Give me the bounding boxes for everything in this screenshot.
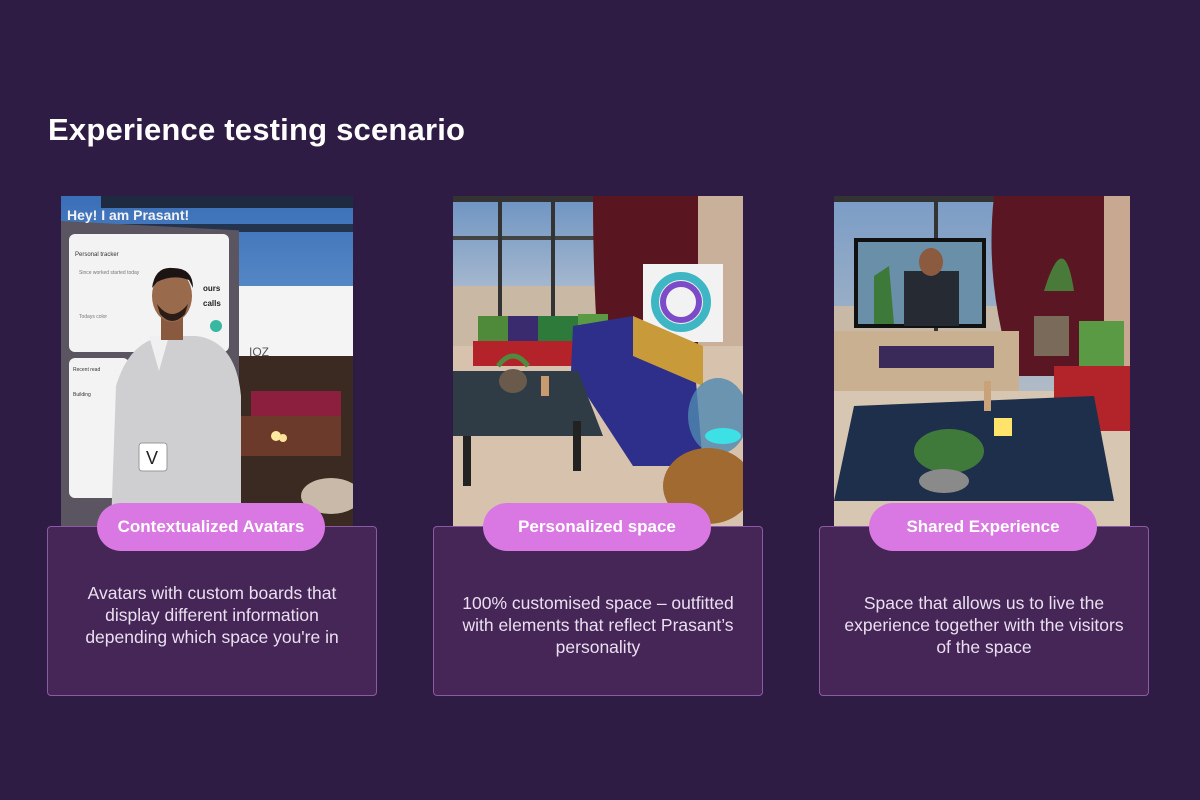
card-description: Avatars with custom boards that display … [85, 583, 339, 647]
board-fragment-1: ours [203, 284, 221, 293]
board-section-2: Recent read [73, 367, 100, 373]
slide-title: Experience testing scenario [48, 112, 466, 147]
card-label-pill: Personalized space [483, 503, 711, 551]
card-contextualized-avatars: IOZ Hey! I am Prasant! Personal tracker … [47, 196, 377, 696]
personalized-space-image [453, 196, 743, 526]
card-label-pill: Shared Experience [869, 503, 1097, 551]
board-line-2: Todays color [79, 314, 107, 320]
card-personalized-space: Personalized space 100% customised space… [433, 196, 763, 696]
card-description: Space that allows us to live the experie… [844, 593, 1124, 657]
card-label-pill: Contextualized Avatars [97, 503, 325, 551]
shared-experience-image [834, 196, 1130, 526]
card-shared-experience: Shared Experience Space that allows us t… [819, 196, 1149, 696]
avatar-scene-image: IOZ Hey! I am Prasant! Personal tracker … [61, 196, 353, 526]
card-description: 100% customised space – outfitted with e… [462, 593, 734, 657]
board-title: Hey! I am Prasant! [67, 207, 189, 223]
board-item: Building [73, 392, 91, 398]
name-badge: V [146, 448, 158, 468]
board-line-1: Since worked started today [79, 270, 140, 276]
board-section-1: Personal tracker [75, 252, 119, 258]
board-fragment-2: calls [203, 299, 221, 308]
